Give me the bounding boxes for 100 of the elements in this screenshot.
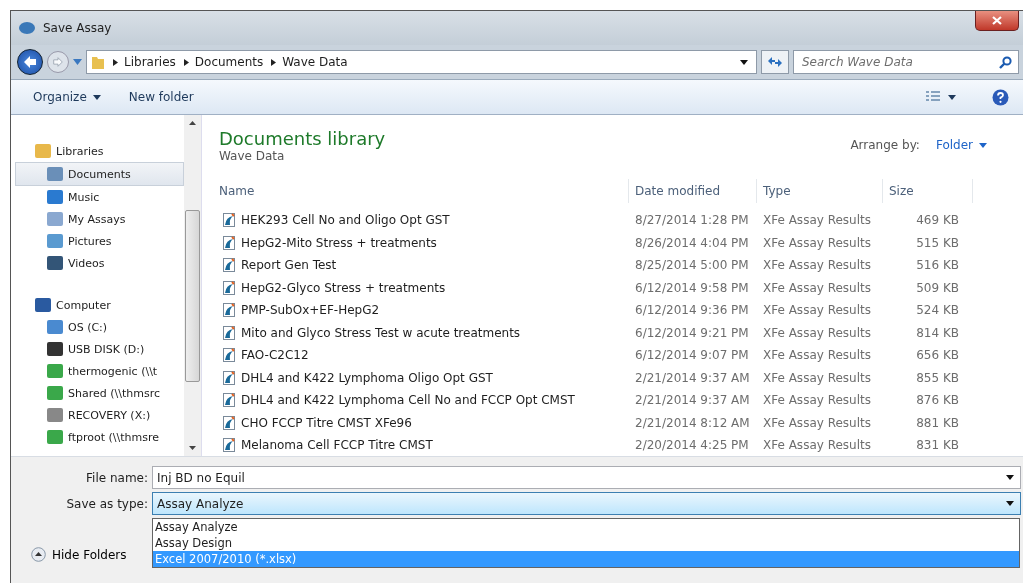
save-type-label: Save as type:: [65, 496, 148, 511]
file-icon: [223, 280, 235, 295]
file-name-cell[interactable]: DHL4 and K422 Lymphoma Cell No and FCCP Opt CMST: [219, 393, 629, 408]
dropdown-option[interactable]: Assay Analyze: [153, 519, 1019, 535]
date-cell-text: 2/21/2014 9:37 AM: [634, 370, 751, 385]
file-name-cell[interactable]: HepG2-Mito Stress + treatments: [219, 235, 629, 250]
size-cell-text: 881 KB: [915, 415, 960, 430]
search-field[interactable]: Search Wave Data: [793, 50, 1019, 74]
breadcrumb[interactable]: Wave Data: [282, 55, 348, 69]
hide-folders-button[interactable]: Hide Folders: [11, 518, 152, 568]
dropdown-option[interactable]: Assay Design: [153, 535, 1019, 551]
size-cell-text: 516 KB: [915, 258, 960, 273]
file-name-cell[interactable]: DHL4 and K422 Lymphoma Oligo Opt GST: [219, 370, 629, 385]
back-button[interactable]: [17, 49, 43, 75]
sidebar-item[interactable]: ftproot (\\thmsre: [11, 426, 184, 448]
file-name-label: File name:: [85, 470, 148, 485]
size-cell-text: 831 KB: [915, 438, 960, 453]
file-icon: [223, 370, 235, 385]
new-folder-button[interactable]: New folder: [122, 86, 200, 108]
sidebar-item[interactable]: Videos: [11, 252, 184, 274]
sidebar-item[interactable]: thermogenic (\\t: [11, 360, 184, 382]
file-name-cell[interactable]: FAO-C2C12: [219, 348, 629, 363]
type-cell-text: XFe Assay Results: [762, 348, 872, 363]
collapse-icon: [31, 547, 46, 562]
chevron-icon: [271, 58, 277, 66]
scrollbar[interactable]: [184, 115, 201, 456]
file-icon: [223, 438, 235, 453]
sidebar-item[interactable]: Shared (\\thmsrc: [11, 382, 184, 404]
date-cell-text: 8/27/2014 1:28 PM: [634, 213, 750, 228]
date-cell-text: 6/12/2014 9:07 PM: [634, 348, 750, 363]
sidebar-item[interactable]: USB DISK (D:): [11, 338, 184, 360]
file-name-field[interactable]: Inj BD no Equil: [152, 466, 1021, 489]
library-title: Documents library: [219, 127, 386, 149]
arrange-label: Arrange by:: [850, 138, 920, 152]
type-cell-text: XFe Assay Results: [762, 393, 872, 408]
close-icon: [992, 16, 1002, 25]
scroll-up-icon[interactable]: [189, 121, 196, 125]
file-name-cell[interactable]: HEK293 Cell No and Oligo Opt GST: [219, 213, 629, 228]
file-name-cell[interactable]: Report Gen Test: [219, 258, 629, 273]
file-icon: [223, 303, 235, 318]
back-arrow-icon: [22, 55, 38, 69]
caret-icon[interactable]: [1006, 501, 1014, 506]
type-cell-text: XFe Assay Results: [762, 438, 872, 453]
column-header[interactable]: Type: [757, 179, 883, 203]
column-header[interactable]: Size: [883, 179, 973, 203]
date-cell-text: 2/20/2014 4:25 PM: [634, 438, 750, 453]
sidebar-item[interactable]: Computer: [11, 294, 184, 316]
arrange-dropdown[interactable]: Folder: [929, 137, 993, 153]
organize-menu[interactable]: Organize: [27, 86, 107, 108]
size-cell-text: 876 KB: [915, 393, 960, 408]
size-cell-text: 524 KB: [915, 303, 960, 318]
library-subtitle: Wave Data: [219, 148, 286, 163]
sidebar-item[interactable]: Documents: [15, 162, 184, 186]
column-header[interactable]: Name: [219, 179, 629, 203]
type-cell-text: XFe Assay Results: [762, 370, 872, 385]
address-bar[interactable]: Libraries Documents Wave Data: [86, 50, 757, 74]
date-cell-text: 2/21/2014 8:12 AM: [634, 415, 751, 430]
column-header[interactable]: Date modified: [629, 179, 757, 203]
file-name-cell[interactable]: PMP-SubOx+EF-HepG2: [219, 303, 629, 318]
sidebar-item[interactable]: Libraries: [11, 140, 184, 162]
breadcrumb[interactable]: Libraries: [124, 55, 176, 69]
date-cell-text: 6/12/2014 9:21 PM: [634, 325, 750, 340]
size-cell-text: 656 KB: [915, 348, 960, 363]
close-button[interactable]: [975, 11, 1019, 31]
refresh-button[interactable]: [761, 50, 789, 74]
refresh-arrows-icon: [767, 56, 783, 68]
file-name-cell[interactable]: Mito and Glyco Stress Test w acute treatments: [219, 325, 629, 340]
search-icon: [999, 55, 1012, 69]
help-icon[interactable]: [992, 88, 1009, 106]
caret-icon[interactable]: [1006, 475, 1014, 480]
caret-icon: [979, 142, 987, 148]
dropdown-caret-icon[interactable]: [740, 59, 748, 65]
scroll-down-icon[interactable]: [189, 446, 196, 450]
date-cell-text: 8/26/2014 4:04 PM: [634, 235, 750, 250]
type-cell-text: XFe Assay Results: [762, 258, 872, 273]
sidebar-item[interactable]: Music: [11, 186, 184, 208]
file-icon: [223, 325, 235, 340]
file-icon: [223, 213, 235, 228]
file-name-cell[interactable]: Melanoma Cell FCCP Titre CMST: [219, 438, 629, 453]
sidebar-item[interactable]: RECOVERY (X:): [11, 404, 184, 426]
type-cell-text: XFe Assay Results: [762, 280, 872, 295]
file-name-cell[interactable]: HepG2-Glyco Stress + treatments: [219, 280, 629, 295]
size-cell-text: 509 KB: [915, 280, 960, 295]
window-title: Save Assay: [43, 21, 112, 35]
file-icon: [223, 393, 235, 408]
file-icon: [223, 258, 235, 273]
sidebar-item[interactable]: Pictures: [11, 230, 184, 252]
size-cell-text: 515 KB: [915, 235, 960, 250]
date-cell-text: 2/21/2014 9:37 AM: [634, 393, 751, 408]
history-caret-icon[interactable]: [73, 59, 82, 65]
sidebar-item[interactable]: OS (C:): [11, 316, 184, 338]
view-options-icon[interactable]: [926, 91, 956, 103]
date-cell-text: 8/25/2014 5:00 PM: [634, 258, 750, 273]
date-cell-text: 6/12/2014 9:36 PM: [634, 303, 750, 318]
breadcrumb[interactable]: Documents: [194, 55, 264, 69]
type-cell-text: XFe Assay Results: [762, 213, 872, 228]
save-type-dropdown[interactable]: Assay Analyze: [152, 492, 1021, 515]
file-name-cell[interactable]: CHO FCCP Titre CMST XFe96: [219, 415, 629, 430]
sidebar-item[interactable]: My Assays: [11, 208, 184, 230]
chevron-icon: [183, 58, 189, 66]
